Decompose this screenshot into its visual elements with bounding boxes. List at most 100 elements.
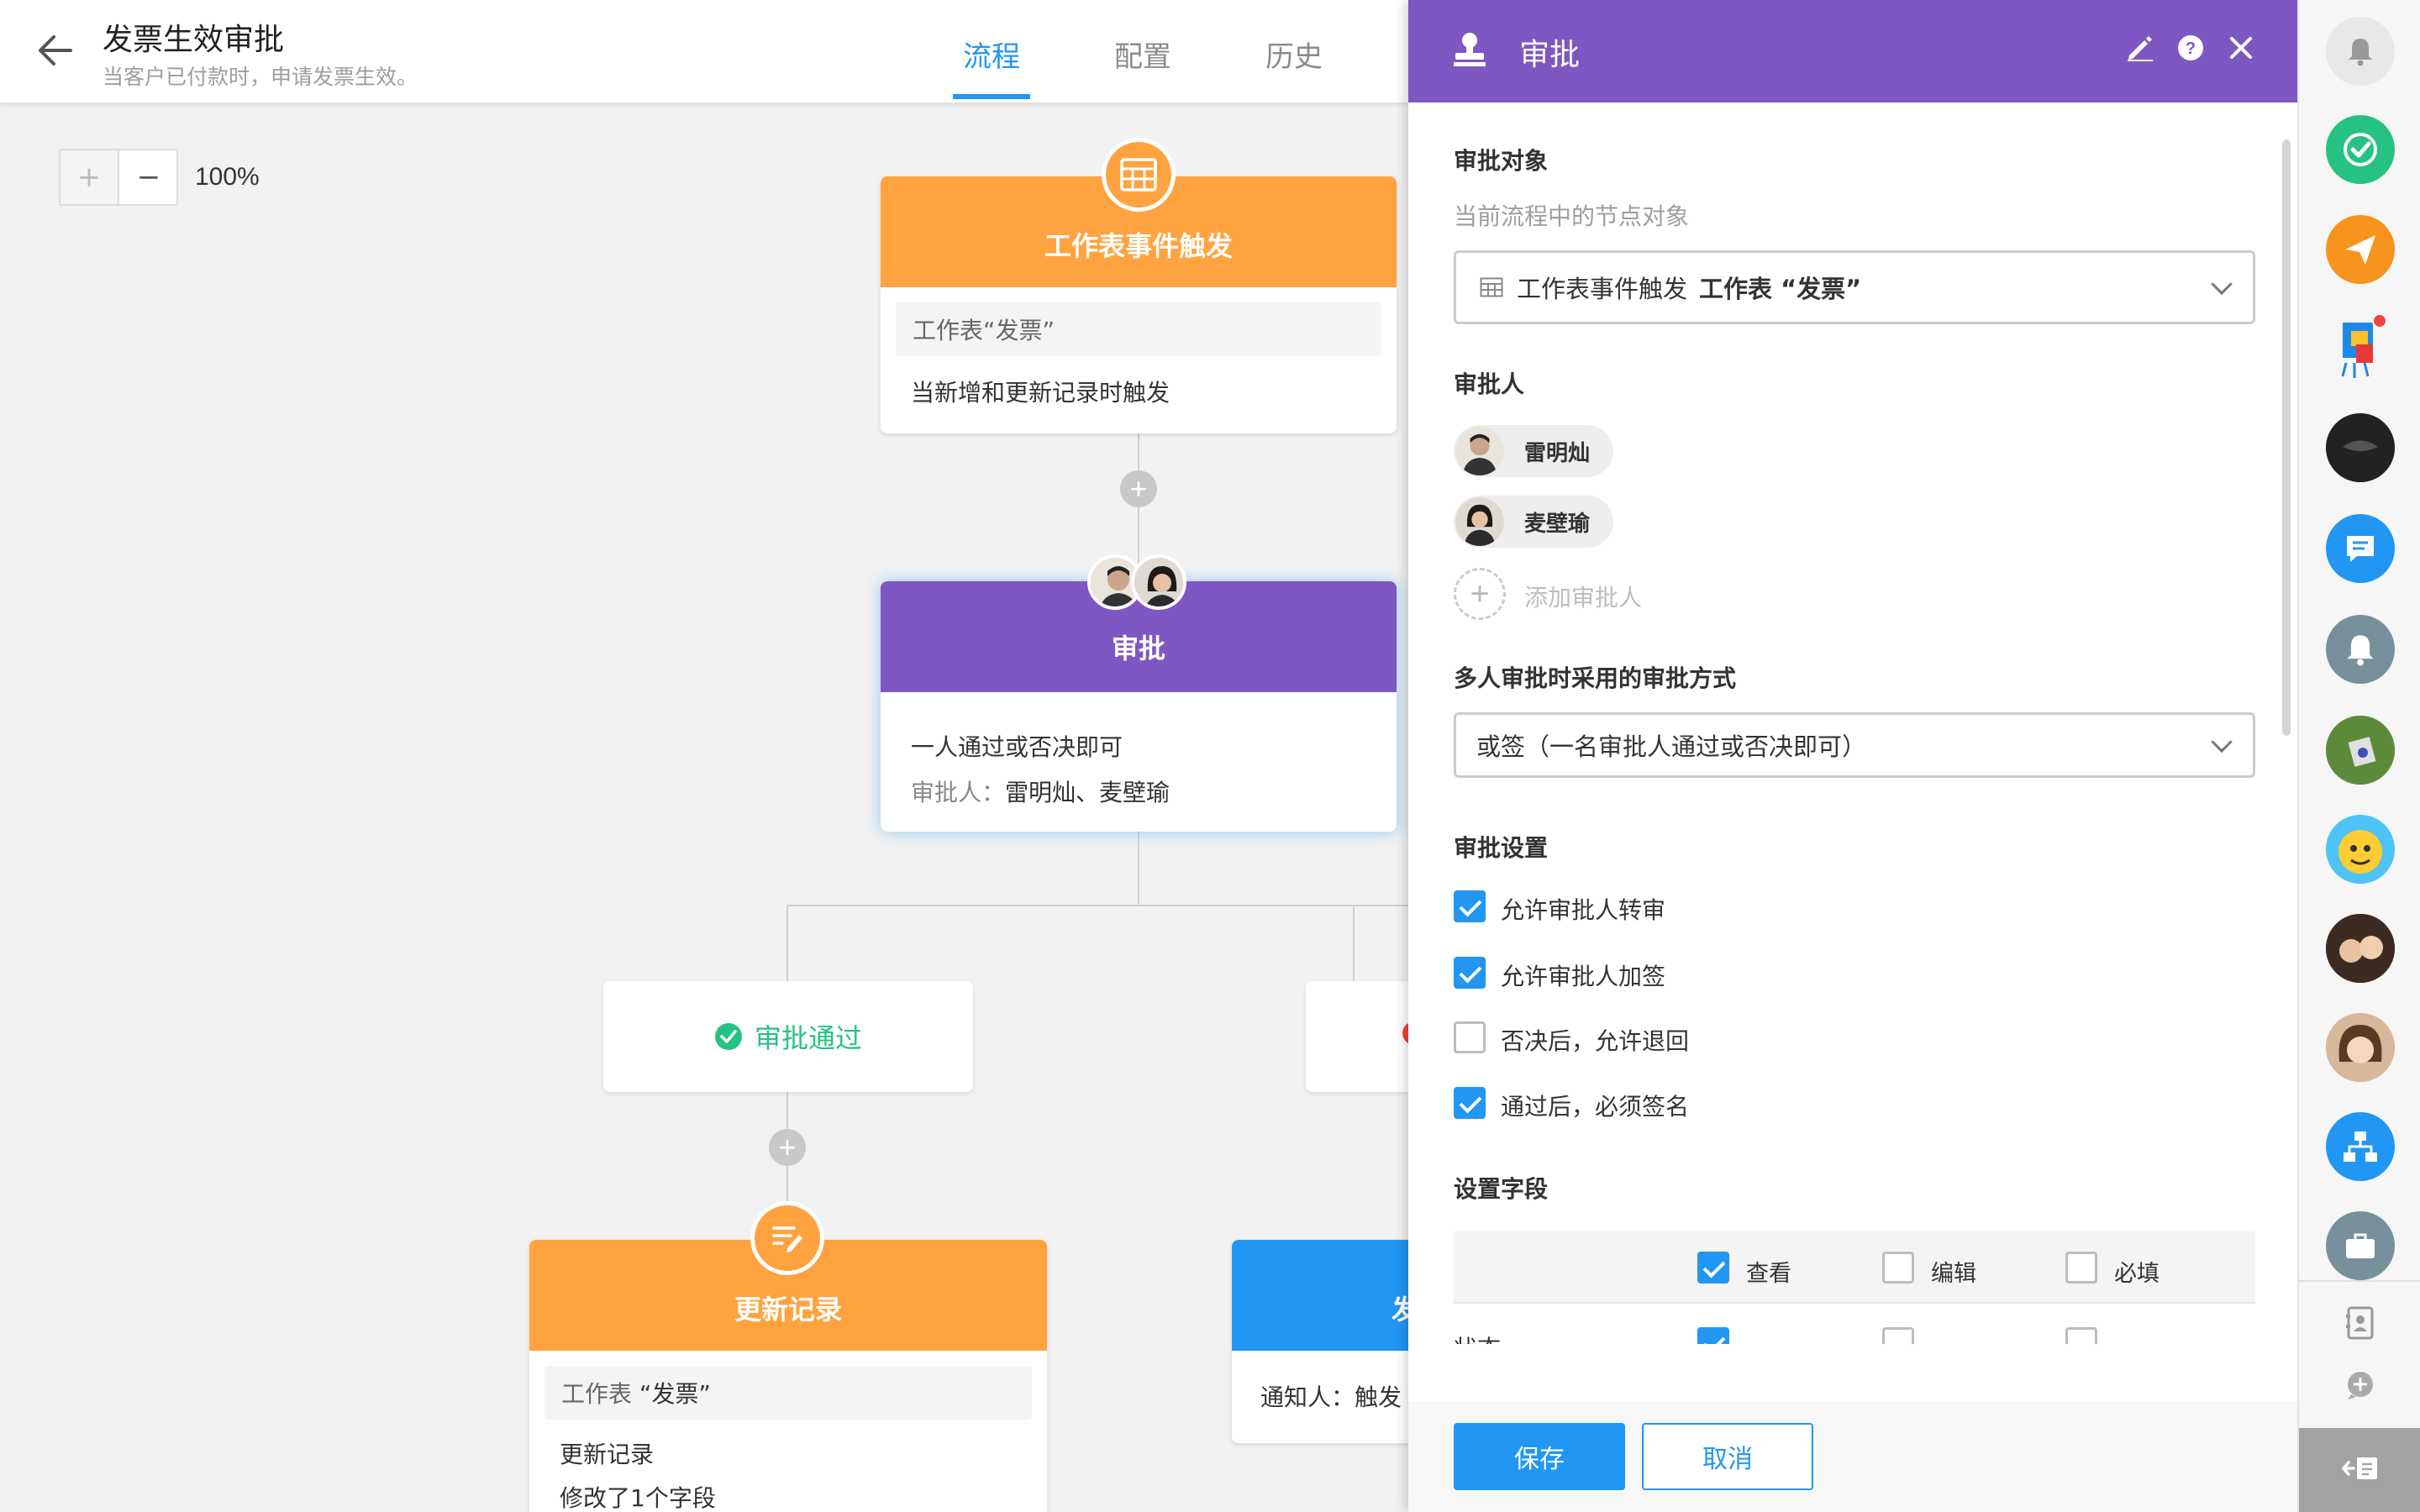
allow-transfer-label: 允许审批人转审	[1501, 896, 1666, 924]
update-node-line2: 修改了1个字段	[560, 1484, 716, 1512]
avatar[interactable]	[2326, 1013, 2395, 1082]
collapse-rail-button[interactable]	[2299, 1428, 2420, 1512]
method-select-value: 或签（一名审批人通过或否决即可）	[1476, 732, 1867, 761]
cancel-button[interactable]: 取消	[1642, 1423, 1813, 1490]
sheet-icon	[1480, 277, 1503, 297]
target-select-value: 工作表 “发票”	[1699, 275, 1862, 303]
tab-history[interactable]: 历史	[1265, 34, 1323, 75]
target-section-hint: 当前流程中的节点对象	[1454, 202, 1690, 230]
send-icon[interactable]	[2326, 215, 2395, 284]
save-button[interactable]: 保存	[1454, 1423, 1625, 1490]
target-select[interactable]: 工作表事件触发 工作表 “发票”	[1454, 250, 2255, 324]
fields-section-title: 设置字段	[1454, 1175, 1549, 1203]
add-node-button[interactable]: +	[1120, 470, 1157, 507]
allow-return-checkbox[interactable]	[1454, 1021, 1486, 1053]
field-required-checkbox[interactable]	[2065, 1327, 2097, 1344]
view-all-checkbox[interactable]	[1697, 1252, 1729, 1284]
column-view: 查看	[1746, 1261, 1791, 1287]
flow-title: 发票生效审批	[103, 23, 285, 57]
trigger-node-sheet: 工作表“发票”	[896, 302, 1381, 356]
approval-settings-panel: 审批 ? 审批对象 当前流程中的节点对象 工作表事件触发 工作表 “发票” 审批…	[1408, 0, 2297, 1512]
update-node-sheet-prefix: 工作表	[561, 1380, 633, 1408]
table-row: 状态	[1408, 1319, 2274, 1344]
connector	[786, 905, 1408, 906]
active-tab-indicator	[953, 94, 1030, 99]
back-arrow-icon[interactable]	[35, 32, 76, 69]
add-chat-icon[interactable]	[2326, 1351, 2395, 1420]
field-edit-checkbox[interactable]	[1882, 1327, 1914, 1344]
org-chart-icon[interactable]	[2326, 1112, 2395, 1181]
trigger-node-description: 当新增和更新记录时触发	[911, 379, 1171, 407]
allow-transfer-checkbox[interactable]	[1454, 890, 1486, 922]
approval-node-approvers: 审批人：雷明灿、麦壁瑜	[881, 774, 1397, 808]
close-icon[interactable]	[2227, 34, 2255, 66]
app-logo-icon[interactable]	[2326, 311, 2395, 380]
connector	[786, 905, 788, 982]
field-view-checkbox[interactable]	[1697, 1327, 1729, 1344]
stamp-icon	[1452, 30, 1487, 71]
update-node-sheet: 工作表 “发票”	[544, 1366, 1032, 1420]
zoom-out-button[interactable]: −	[119, 150, 178, 204]
branch-pass-card[interactable]: 审批通过	[603, 981, 973, 1092]
svg-text:?: ?	[2186, 39, 2196, 58]
briefcase-icon[interactable]	[2326, 1211, 2395, 1280]
panel-scrollbar[interactable]	[2282, 139, 2291, 736]
flow-description: 当客户已付款时，申请发票生效。	[103, 65, 418, 89]
required-all-checkbox[interactable]	[2065, 1252, 2097, 1284]
add-node-button[interactable]: +	[769, 1129, 806, 1166]
check-app-icon[interactable]	[2326, 115, 2395, 184]
allow-return-label: 否决后，允许退回	[1501, 1027, 1690, 1055]
approvers-label: 审批人：	[911, 779, 1006, 806]
branch-pass-label: 审批通过	[754, 1022, 862, 1054]
zoom-in-button[interactable]: +	[60, 150, 119, 204]
connector	[1138, 433, 1139, 583]
avatar[interactable]	[2326, 716, 2395, 785]
tab-config[interactable]: 配置	[1114, 34, 1171, 75]
approver-chip-1[interactable]: 雷明灿	[1454, 425, 1614, 477]
avatar	[1455, 497, 1504, 546]
method-select[interactable]: 或签（一名审批人通过或否决即可）	[1454, 712, 2255, 778]
table-icon	[1102, 138, 1176, 212]
trigger-node[interactable]: 工作表事件触发 工作表“发票” 当新增和更新记录时触发	[881, 176, 1397, 433]
help-icon[interactable]: ?	[2176, 34, 2205, 66]
column-edit: 编辑	[1931, 1261, 1976, 1287]
dark-app-icon[interactable]	[2326, 413, 2395, 482]
panel-title: 审批	[1519, 38, 1581, 72]
update-record-node[interactable]: 更新记录 工作表 “发票” 更新记录 修改了1个字段	[529, 1240, 1047, 1512]
add-approver-label[interactable]: 添加审批人	[1524, 580, 1642, 613]
edit-all-checkbox[interactable]	[1882, 1252, 1914, 1284]
add-approver-button[interactable]: +	[1454, 568, 1506, 620]
approval-node[interactable]: 审批 一人通过或否决即可 审批人：雷明灿、麦壁瑜	[881, 581, 1397, 832]
bell-icon[interactable]	[2326, 17, 2395, 86]
connector	[1353, 905, 1355, 982]
notification-icon[interactable]	[2326, 615, 2395, 684]
approver-section-title: 审批人	[1454, 370, 1525, 398]
column-required: 必填	[2114, 1261, 2160, 1287]
zoom-controls: + −	[59, 149, 178, 206]
target-select-prefix: 工作表事件触发	[1517, 275, 1688, 303]
chevron-down-icon	[2211, 731, 2233, 753]
panel-header: 审批 ?	[1408, 0, 2297, 102]
chat-icon[interactable]	[2326, 514, 2395, 583]
flow-header: 发票生效审批 当客户已付款时，申请发票生效。 流程 配置 历史	[0, 0, 1408, 102]
contacts-icon[interactable]	[2326, 1289, 2395, 1357]
target-section-title: 审批对象	[1454, 147, 1549, 175]
connector	[1138, 832, 1139, 906]
avatar[interactable]	[2326, 815, 2395, 884]
approver-chip-2[interactable]: 麦壁瑜	[1454, 496, 1614, 548]
update-node-line1: 更新记录	[560, 1441, 655, 1468]
approvers-value: 雷明灿、麦壁瑜	[1005, 779, 1171, 806]
update-node-sheet-name: “发票”	[639, 1380, 711, 1408]
tab-flow[interactable]: 流程	[963, 34, 1020, 75]
allow-add-sign-checkbox[interactable]	[1454, 957, 1486, 989]
require-signature-checkbox[interactable]	[1454, 1087, 1486, 1119]
approver-name: 雷明灿	[1524, 440, 1591, 466]
rail-divider	[2299, 1280, 2420, 1282]
approval-node-mode: 一人通过或否决即可	[911, 733, 1123, 761]
check-circle-icon	[714, 1022, 743, 1051]
collapse-icon	[2342, 1456, 2379, 1484]
avatar[interactable]	[2326, 914, 2395, 983]
require-signature-label: 通过后，必须签名	[1501, 1093, 1690, 1121]
allow-add-sign-label: 允许审批人加签	[1501, 963, 1666, 990]
edit-icon[interactable]	[2126, 34, 2154, 66]
